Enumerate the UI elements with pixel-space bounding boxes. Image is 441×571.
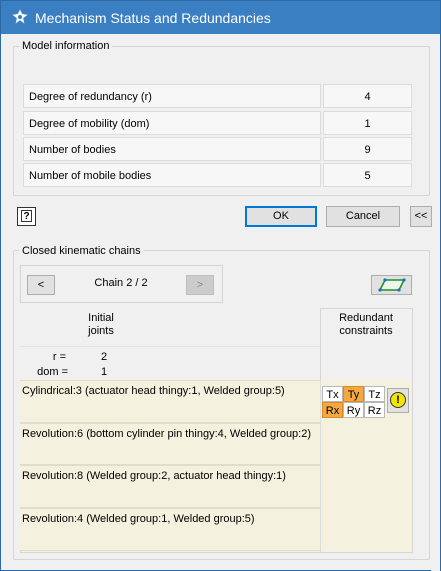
info-value: 1	[323, 111, 412, 135]
redundancy-cell	[320, 465, 411, 508]
dof-ry: Ry	[343, 402, 364, 418]
help-button[interactable]: ?	[17, 207, 36, 226]
redundancy-cell	[320, 423, 411, 465]
highlight-chain-button[interactable]	[371, 275, 412, 295]
warning-glyph: !	[396, 394, 400, 406]
chains-label: Closed kinematic chains	[19, 245, 144, 257]
redundancy-cell	[320, 508, 411, 551]
info-label: Number of mobile bodies	[23, 163, 321, 187]
info-label: Degree of mobility (dom)	[23, 111, 321, 135]
joint-row[interactable]: Revolution:4 (Welded group:1, Welded gro…	[20, 508, 320, 551]
r-value: 2	[101, 351, 108, 363]
info-label: Degree of redundancy (r)	[23, 84, 321, 108]
joint-row[interactable]: Revolution:8 (Welded group:2, actuator h…	[20, 465, 320, 508]
window-scrollbar[interactable]	[431, 237, 440, 571]
dom-label: dom =	[37, 366, 68, 378]
joint-row[interactable]: Cylindrical:3 (actuator head thingy:1, W…	[20, 380, 320, 423]
dof-tx: Tx	[322, 386, 343, 402]
next-chain-button[interactable]: >	[186, 275, 214, 295]
chain-loop-icon	[378, 278, 406, 292]
prev-chain-button[interactable]: <	[27, 275, 55, 295]
cancel-button[interactable]: Cancel	[326, 206, 400, 227]
chain-counter: Chain 2 / 2	[94, 277, 148, 289]
dof-rz: Rz	[364, 402, 385, 418]
collapse-button[interactable]: <<	[410, 206, 432, 227]
r-label: r =	[52, 351, 66, 363]
joints-header	[20, 308, 320, 346]
help-icon: ?	[21, 210, 32, 222]
info-row-mobile-bodies: Number of mobile bodies 5	[23, 163, 413, 187]
ok-button[interactable]: OK	[245, 206, 317, 227]
info-label: Number of bodies	[23, 137, 321, 161]
info-value: 5	[323, 163, 412, 187]
joint-row[interactable]: Revolution:6 (bottom cylinder pin thingy…	[20, 423, 320, 465]
model-info-label: Model information	[19, 40, 113, 52]
info-row-redundancy: Degree of redundancy (r) 4	[23, 84, 413, 108]
info-value: 9	[323, 137, 412, 161]
dof-tz: Tz	[364, 386, 385, 402]
info-row-mobility: Degree of mobility (dom) 1	[23, 111, 413, 135]
mechanism-app-icon	[12, 9, 28, 24]
header-redundant-constraints: Redundant constraints	[339, 312, 393, 337]
window-title: Mechanism Status and Redundancies	[35, 10, 271, 26]
info-row-bodies: Number of bodies 9	[23, 137, 413, 161]
redundancy-warning-button[interactable]: !	[387, 388, 409, 413]
dof-ty: Ty	[343, 386, 364, 402]
dialog-window: Mechanism Status and Redundancies Model …	[0, 0, 441, 571]
dom-value: 1	[101, 366, 108, 378]
info-value: 4	[323, 84, 412, 108]
dof-rx: Rx	[322, 402, 343, 418]
title-bar: Mechanism Status and Redundancies	[1, 1, 440, 34]
header-initial-joints: Initial joints	[88, 312, 114, 337]
